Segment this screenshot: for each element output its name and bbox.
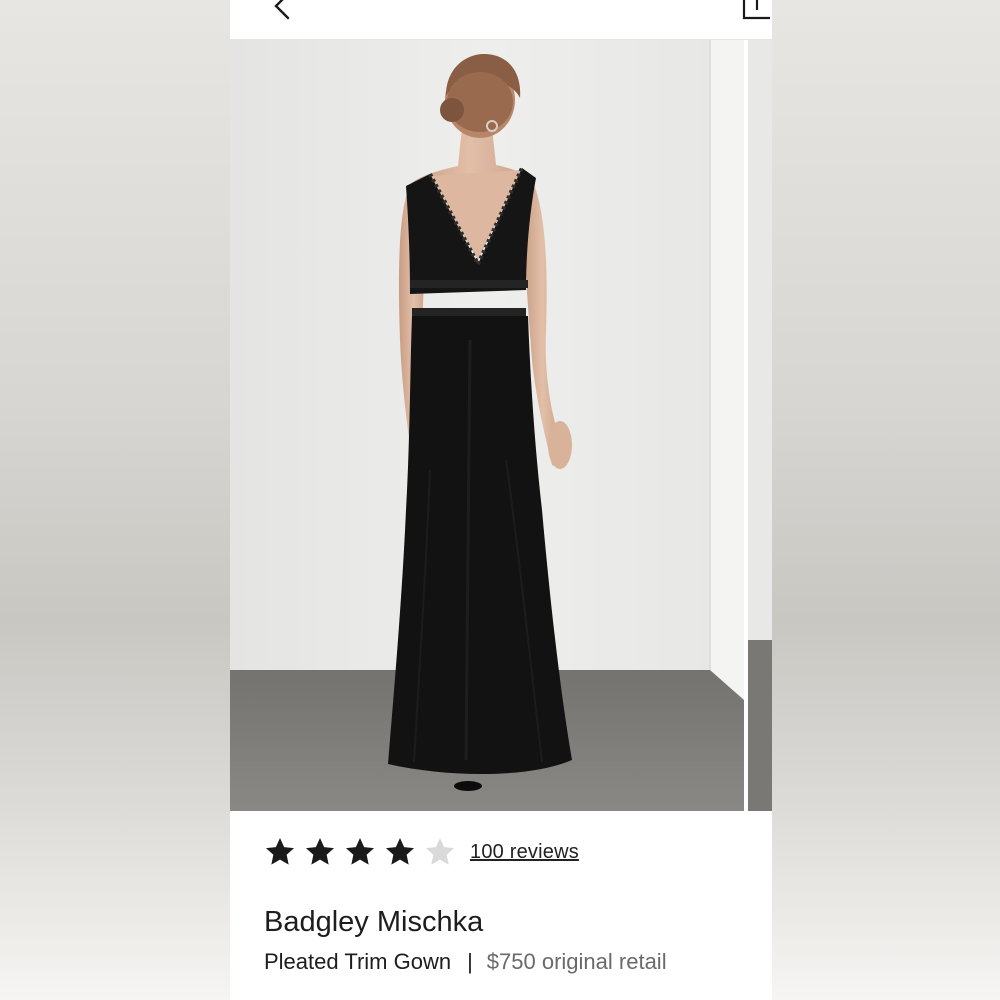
separator: | xyxy=(467,949,473,974)
share-button[interactable] xyxy=(740,0,772,22)
background-blur-right xyxy=(772,0,1000,1000)
star-filled-icon xyxy=(266,838,294,865)
star-filled-icon xyxy=(346,838,374,865)
reviews-link[interactable]: 100 reviews xyxy=(470,841,579,864)
price-text: $750 original retail xyxy=(486,949,667,974)
brand-name: Badgley Mischka xyxy=(264,906,484,938)
top-bar xyxy=(230,0,772,40)
share-icon xyxy=(742,0,770,20)
product-name: Pleated Trim Gown xyxy=(264,949,452,974)
chevron-left-icon xyxy=(274,0,290,20)
next-photo-peek[interactable] xyxy=(748,40,772,811)
product-info: 100 reviews Badgley Mischka Pleated Trim… xyxy=(230,812,772,1000)
star-filled-icon xyxy=(306,838,334,865)
product-screen: 100 reviews Badgley Mischka Pleated Trim… xyxy=(230,0,772,1000)
product-subline: Pleated Trim Gown | $750 original retail xyxy=(264,949,667,975)
star-empty-icon xyxy=(426,838,454,865)
background-blur-left xyxy=(0,0,230,1000)
image-gallery[interactable] xyxy=(230,40,772,812)
dress-back-view-image xyxy=(230,40,744,811)
product-photo[interactable] xyxy=(230,40,744,811)
back-button[interactable] xyxy=(266,0,296,20)
star-filled-icon xyxy=(386,838,414,865)
rating-row: 100 reviews xyxy=(264,836,579,868)
next-photo-image xyxy=(748,40,772,811)
star-rating xyxy=(264,836,456,868)
